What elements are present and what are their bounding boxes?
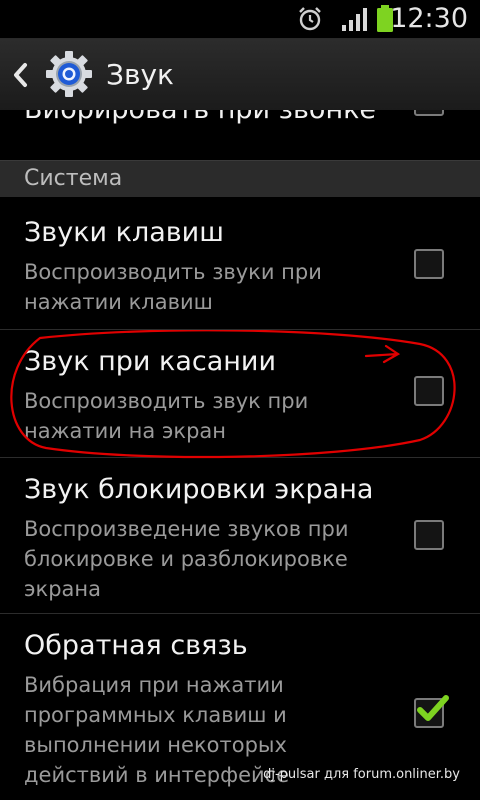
watermark: dj-pulsar для forum.onliner.by [263, 767, 460, 782]
list-item-summary: Воспроизводить звуки при нажатии клавиш [24, 260, 322, 314]
list-item-title: Обратная связь [24, 630, 248, 661]
signal-icon [342, 8, 367, 31]
clock: 12:30 [390, 3, 468, 34]
settings-list[interactable]: Вибрировать при звонке Система Звуки кла… [0, 110, 480, 800]
checkbox-lock-screen-sound[interactable] [414, 520, 444, 550]
list-item-vibrate-on-ring[interactable]: Вибрировать при звонке [0, 110, 480, 160]
action-bar: Звук [0, 39, 480, 110]
checkbox-haptic-feedback[interactable] [414, 695, 449, 728]
back-arrow-icon[interactable] [10, 61, 30, 89]
list-item-lock-screen-sound[interactable]: Звук блокировки экрана Воспроизведение з… [0, 458, 480, 622]
list-item-summary: Воспроизведение звуков при блокировке и … [24, 517, 349, 601]
section-header-system: Система [0, 160, 480, 197]
checkbox-key-sounds[interactable] [414, 249, 444, 279]
checkbox-vibrate-on-ring[interactable] [414, 110, 444, 116]
status-bar: 12:30 [0, 0, 480, 39]
list-item-summary: Воспроизводить звук при нажатии на экран [24, 389, 309, 443]
list-item-key-sounds[interactable]: Звуки клавиш Воспроизводить звуки при на… [0, 197, 480, 329]
list-item-touch-sound[interactable]: Звук при касании Воспроизводить звук при… [0, 330, 480, 457]
section-header-label: Система [24, 166, 123, 191]
list-item-title: Звук блокировки экрана [24, 474, 374, 505]
list-item-title: Звук при касании [24, 346, 277, 377]
checkmark-icon [412, 110, 452, 118]
list-item-title: Звуки клавиш [24, 217, 224, 248]
checkmark-icon [417, 695, 449, 721]
alarm-icon [299, 7, 321, 31]
gear-icon[interactable] [44, 49, 94, 99]
list-item-title: Вибрировать при звонке [24, 110, 376, 134]
page-title: Звук [106, 58, 174, 91]
checkbox-touch-sound[interactable] [414, 376, 444, 406]
